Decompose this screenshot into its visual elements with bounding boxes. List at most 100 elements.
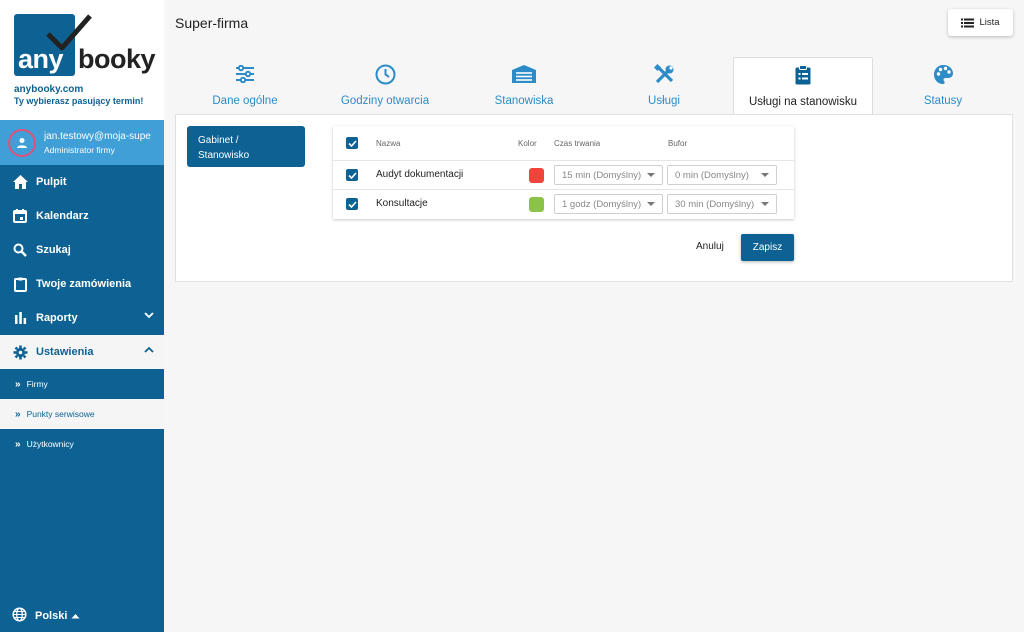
double-chevron-icon: » xyxy=(15,408,21,420)
bar-chart-icon xyxy=(12,310,28,326)
home-icon xyxy=(12,174,28,190)
color-swatch[interactable] xyxy=(529,197,544,212)
nav-label-raporty: Raporty xyxy=(36,312,78,324)
nav-label-ustawienia: Ustawienia xyxy=(36,346,94,358)
sidebar: any booky anybooky.com Ty wybierasz pasu… xyxy=(0,0,164,632)
duration-select[interactable]: 1 godz (Domyślny) xyxy=(554,194,663,214)
header-color: Kolor xyxy=(518,139,537,148)
header-name: Nazwa xyxy=(376,139,401,148)
dropdown-arrow-icon xyxy=(647,173,655,177)
sub-item-uzytkownicy[interactable]: » Użytkownicy xyxy=(0,429,164,459)
gabinet-line2: Stanowisko xyxy=(198,150,250,161)
logo-booky-text: booky xyxy=(78,44,156,74)
sub-item-firmy[interactable]: » Firmy xyxy=(0,369,164,399)
avatar xyxy=(8,128,36,157)
list-icon xyxy=(961,18,975,27)
buffer-value: 0 min (Domyślny) xyxy=(675,169,749,181)
nav-item-pulpit[interactable]: Pulpit xyxy=(0,165,164,199)
content-panel: Gabinet / Stanowisko Nazwa Kolor Czas tr… xyxy=(175,114,1013,282)
chevron-up-icon xyxy=(144,346,154,353)
double-chevron-icon: » xyxy=(15,378,21,390)
nav-item-zamowienia[interactable]: Twoje zamówienia xyxy=(0,267,164,301)
duration-select[interactable]: 15 min (Domyślny) xyxy=(554,165,663,185)
table-header: Nazwa Kolor Czas trwania Bufor xyxy=(333,126,794,161)
user-profile[interactable]: jan.testowy@moja-supe Administrator firm… xyxy=(0,120,164,165)
gabinet-stanowisko-button[interactable]: Gabinet / Stanowisko xyxy=(187,126,305,167)
save-button[interactable]: Zapisz xyxy=(741,234,794,261)
check-icon xyxy=(347,139,357,147)
tab-statusy[interactable]: Statusy xyxy=(873,57,1013,115)
palette-icon xyxy=(933,62,954,86)
dropdown-arrow-icon xyxy=(647,202,655,206)
gabinet-line1: Gabinet / xyxy=(198,135,239,146)
header-duration: Czas trwania xyxy=(554,139,601,148)
tab-bar: Dane ogólne Godziny otwarcia Stanowiska … xyxy=(175,57,1013,115)
tab-stanowiska[interactable]: Stanowiska xyxy=(454,57,594,115)
sub-item-punkty-serwisowe[interactable]: » Punkty serwisowe xyxy=(0,399,164,429)
nav-label-zamowienia: Twoje zamówienia xyxy=(36,278,132,290)
table-row: Konsultacje 1 godz (Domyślny) 30 min (Do… xyxy=(333,190,794,219)
check-icon xyxy=(347,200,357,208)
anybooky-logo[interactable]: any booky xyxy=(14,14,156,76)
nav-label-szukaj: Szukaj xyxy=(36,244,71,256)
tab-label: Dane ogólne xyxy=(212,95,278,107)
user-icon xyxy=(17,137,27,148)
tab-uslugi-na-stanowisku[interactable]: Usługi na stanowisku xyxy=(733,57,873,115)
services-table: Nazwa Kolor Czas trwania Bufor Audyt dok… xyxy=(333,126,794,219)
dropdown-arrow-icon xyxy=(761,202,769,206)
buffer-value: 30 min (Domyślny) xyxy=(675,198,755,210)
language-label: Polski xyxy=(35,610,68,622)
lista-label: Lista xyxy=(979,17,1000,28)
double-chevron-icon: » xyxy=(15,438,21,450)
logo-any-text: any xyxy=(18,44,64,74)
nav-item-szukaj[interactable]: Szukaj xyxy=(0,233,164,267)
garage-icon xyxy=(511,62,537,86)
header-buffer: Bufor xyxy=(668,139,688,148)
nav-item-raporty[interactable]: Raporty xyxy=(0,301,164,335)
service-name: Audyt dokumentacji xyxy=(376,169,464,180)
buffer-select[interactable]: 0 min (Domyślny) xyxy=(667,165,777,185)
sliders-icon xyxy=(235,62,255,86)
globe-icon xyxy=(12,607,27,625)
clipboard-icon xyxy=(12,276,28,292)
color-swatch[interactable] xyxy=(529,168,544,183)
select-all-checkbox[interactable] xyxy=(346,137,358,149)
cancel-button[interactable]: Anuluj xyxy=(696,241,724,252)
brand-url: anybooky.com xyxy=(14,84,84,95)
user-text: jan.testowy@moja-supe Administrator firm… xyxy=(44,131,151,155)
search-icon xyxy=(12,242,28,258)
nav-label-kalendarz: Kalendarz xyxy=(36,210,89,222)
nav-item-ustawienia[interactable]: Ustawienia xyxy=(0,335,164,369)
dropdown-arrow-icon xyxy=(761,173,769,177)
tab-label: Statusy xyxy=(923,95,963,107)
clock-icon xyxy=(375,62,396,86)
service-name: Konsultacje xyxy=(376,198,428,209)
user-email: jan.testowy@moja-supe xyxy=(44,130,151,142)
clipboard-list-icon xyxy=(795,63,811,87)
nav-label-pulpit: Pulpit xyxy=(36,176,67,188)
duration-value: 1 godz (Domyślny) xyxy=(562,198,642,210)
sub-label-uzytkownicy: Użytkownicy xyxy=(26,439,74,449)
row-checkbox[interactable] xyxy=(346,169,358,181)
table-row: Audyt dokumentacji 15 min (Domyślny) 0 m… xyxy=(333,161,794,190)
tab-label: Stanowiska xyxy=(494,95,554,107)
calendar-icon xyxy=(12,208,28,224)
tab-godziny-otwarcia[interactable]: Godziny otwarcia xyxy=(315,57,455,115)
sub-label-firmy: Firmy xyxy=(26,379,48,389)
chevron-down-icon xyxy=(144,312,154,319)
brand-area: any booky anybooky.com Ty wybierasz pasu… xyxy=(0,0,164,120)
check-icon xyxy=(347,171,357,179)
tab-dane-ogolne[interactable]: Dane ogólne xyxy=(175,57,315,115)
lista-button[interactable]: Lista xyxy=(948,9,1013,36)
caret-up-icon xyxy=(71,614,80,619)
language-selector[interactable]: Polski xyxy=(12,607,80,625)
tab-label: Usługi xyxy=(648,95,680,107)
tab-uslugi[interactable]: Usługi xyxy=(594,57,734,115)
row-checkbox[interactable] xyxy=(346,198,358,210)
tab-label: Godziny otwarcia xyxy=(340,95,430,107)
brand-tagline: Ty wybierasz pasujący termin! xyxy=(14,96,144,106)
buffer-select[interactable]: 30 min (Domyślny) xyxy=(667,194,777,214)
gear-icon xyxy=(12,344,28,360)
nav-item-kalendarz[interactable]: Kalendarz xyxy=(0,199,164,233)
tab-label: Usługi na stanowisku xyxy=(748,96,858,108)
